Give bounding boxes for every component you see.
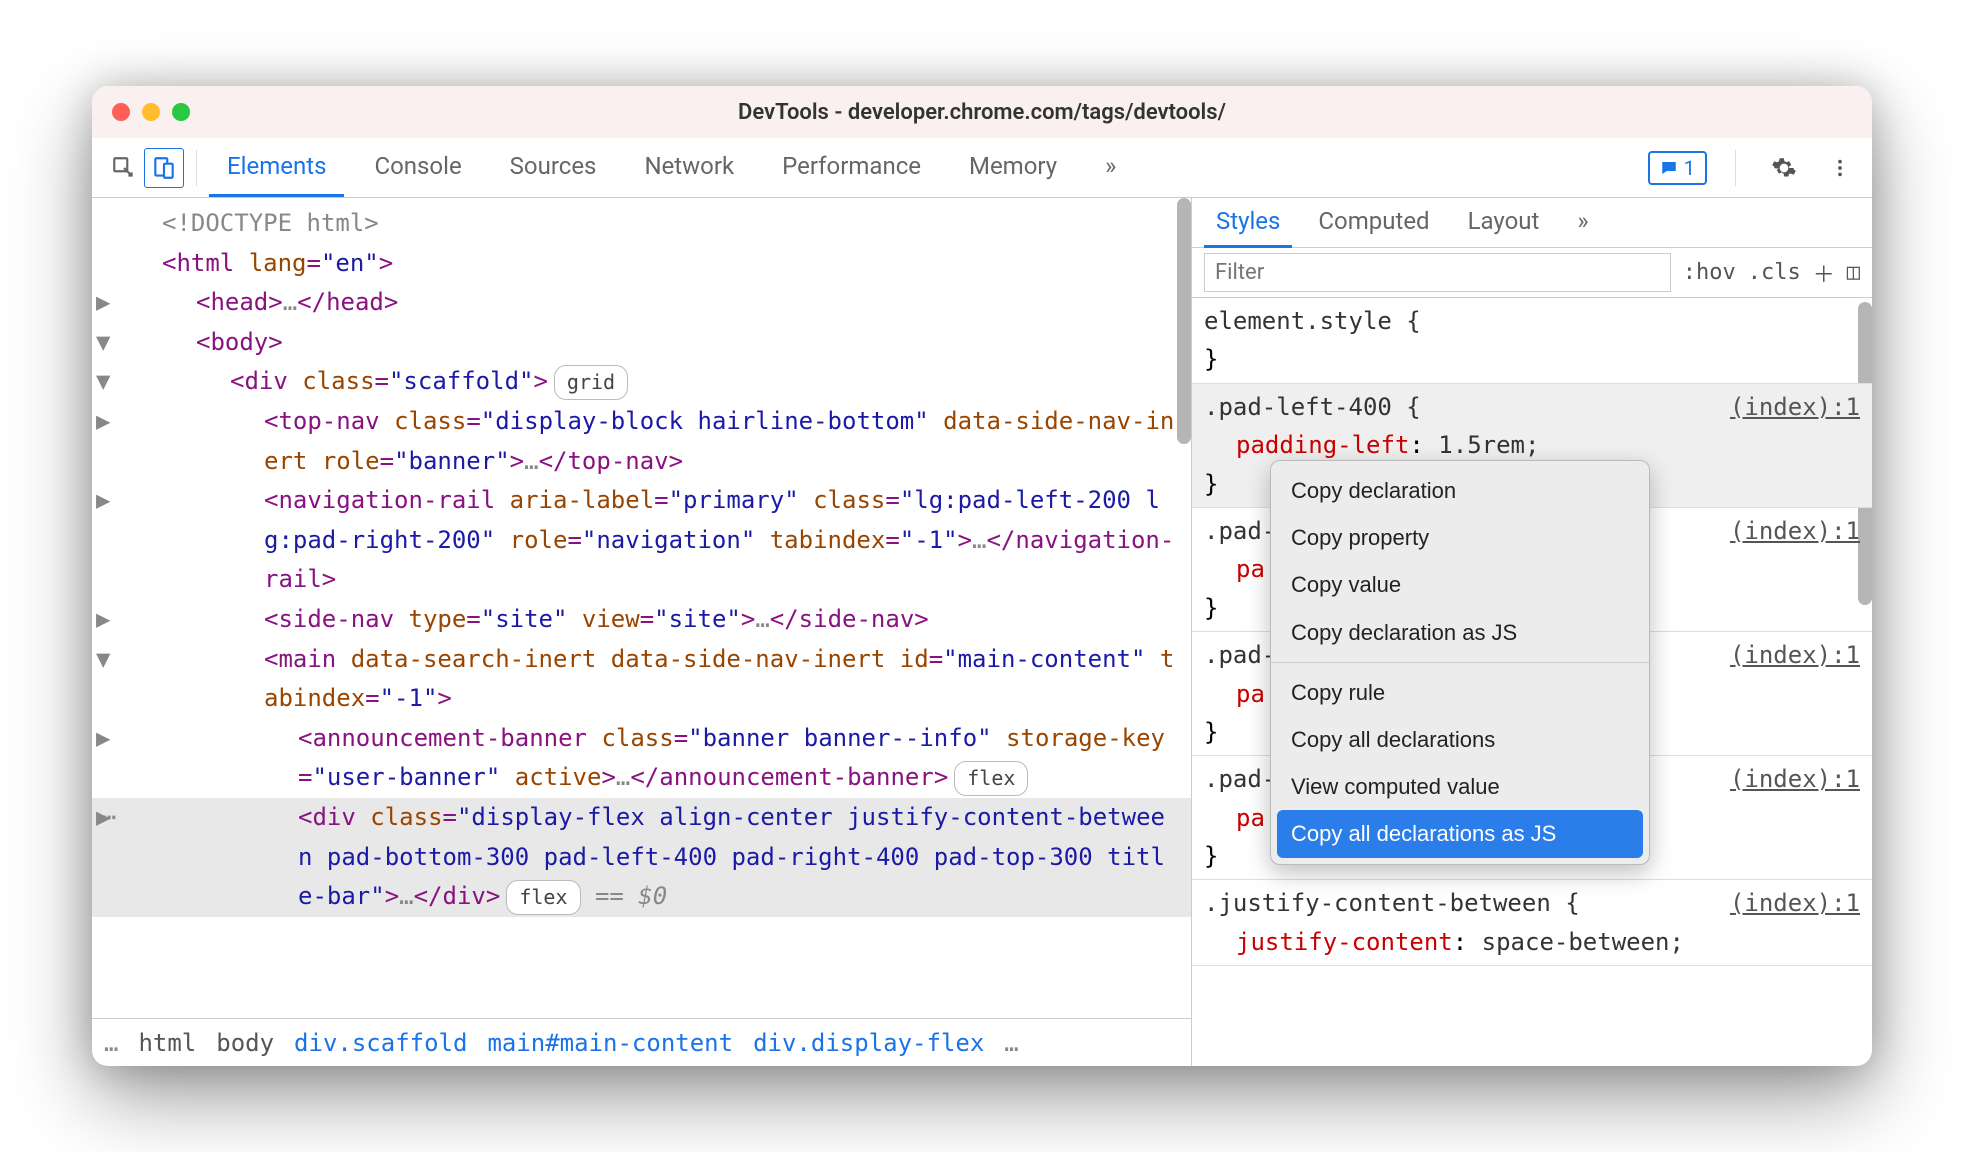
- source-link[interactable]: (index):1: [1730, 512, 1860, 550]
- devtools-window: DevTools - developer.chrome.com/tags/dev…: [92, 86, 1872, 1066]
- tab-computed[interactable]: Computed: [1306, 198, 1441, 248]
- hov-toggle[interactable]: :hov: [1683, 260, 1736, 285]
- tab-memory[interactable]: Memory: [951, 138, 1075, 197]
- zoom-icon[interactable]: [172, 103, 190, 121]
- tab-console[interactable]: Console: [356, 138, 479, 197]
- traffic-lights: [112, 103, 190, 121]
- breadcrumb-item[interactable]: div.scaffold: [294, 1029, 467, 1057]
- main-split: <!DOCTYPE html> <html lang="en"> ▶<head>…: [92, 198, 1872, 1066]
- filter-input[interactable]: [1204, 253, 1671, 292]
- kebab-icon[interactable]: [1820, 148, 1860, 188]
- tab-overflow-icon[interactable]: »: [1087, 138, 1134, 197]
- style-rule[interactable]: element.style { }: [1192, 298, 1872, 384]
- cls-toggle[interactable]: .cls: [1748, 260, 1801, 285]
- titlebar: DevTools - developer.chrome.com/tags/dev…: [92, 86, 1872, 138]
- source-link[interactable]: (index):1: [1730, 388, 1860, 426]
- menu-separator: [1271, 662, 1649, 663]
- minimize-icon[interactable]: [142, 103, 160, 121]
- menu-copy-value[interactable]: Copy value: [1271, 561, 1649, 608]
- breadcrumb-item[interactable]: div.display-flex: [753, 1029, 984, 1057]
- separator: [1735, 150, 1736, 186]
- elements-panel: <!DOCTYPE html> <html lang="en"> ▶<head>…: [92, 198, 1192, 1066]
- tab-network[interactable]: Network: [626, 138, 752, 197]
- menu-copy-declaration-as-js[interactable]: Copy declaration as JS: [1271, 609, 1649, 656]
- dom-tree[interactable]: <!DOCTYPE html> <html lang="en"> ▶<head>…: [92, 198, 1191, 1018]
- style-rule[interactable]: (index):1 .justify-content-between { jus…: [1192, 880, 1872, 966]
- menu-copy-declaration[interactable]: Copy declaration: [1271, 467, 1649, 514]
- main-toolbar: Elements Console Sources Network Perform…: [92, 138, 1872, 198]
- messages-badge[interactable]: 1: [1648, 151, 1707, 185]
- separator: [196, 150, 197, 186]
- menu-copy-property[interactable]: Copy property: [1271, 514, 1649, 561]
- tab-layout[interactable]: Layout: [1456, 198, 1552, 248]
- styles-filterbar: :hov .cls ＋ ◫: [1192, 248, 1872, 298]
- close-icon[interactable]: [112, 103, 130, 121]
- messages-count: 1: [1684, 156, 1695, 180]
- sidebar-tabs: Styles Computed Layout »: [1192, 198, 1872, 248]
- tab-sources[interactable]: Sources: [492, 138, 615, 197]
- new-rule-icon[interactable]: ＋: [1813, 257, 1835, 289]
- tab-overflow-icon[interactable]: »: [1565, 198, 1600, 248]
- breadcrumb-item[interactable]: html: [138, 1029, 196, 1057]
- tab-performance[interactable]: Performance: [764, 138, 939, 197]
- breadcrumb-item[interactable]: body: [216, 1029, 274, 1057]
- menu-copy-rule[interactable]: Copy rule: [1271, 669, 1649, 716]
- gear-icon[interactable]: [1764, 148, 1804, 188]
- device-toggle-icon[interactable]: [144, 148, 184, 188]
- tab-styles[interactable]: Styles: [1204, 198, 1292, 248]
- scrollbar[interactable]: [1177, 198, 1191, 444]
- menu-copy-all-declarations-as-js[interactable]: Copy all declarations as JS: [1277, 810, 1643, 857]
- styles-list[interactable]: element.style { } (index):1 .pad-left-40…: [1192, 298, 1872, 1066]
- toolbar-right: 1: [1648, 148, 1860, 188]
- source-link[interactable]: (index):1: [1730, 636, 1860, 674]
- window-title: DevTools - developer.chrome.com/tags/dev…: [738, 100, 1226, 125]
- styles-panel: Styles Computed Layout » :hov .cls ＋ ◫ e…: [1192, 198, 1872, 1066]
- menu-copy-all-declarations[interactable]: Copy all declarations: [1271, 716, 1649, 763]
- breadcrumb-item[interactable]: main#main-content: [487, 1029, 733, 1057]
- toggle-pane-icon[interactable]: ◫: [1847, 260, 1860, 285]
- source-link[interactable]: (index):1: [1730, 760, 1860, 798]
- context-menu: Copy declaration Copy property Copy valu…: [1270, 460, 1650, 865]
- panel-tabs: Elements Console Sources Network Perform…: [209, 138, 1648, 197]
- breadcrumb: … html body div.scaffold main#main-conte…: [92, 1018, 1191, 1066]
- tab-elements[interactable]: Elements: [209, 138, 344, 197]
- selected-node[interactable]: ⋯▶<div class="display-flex align-center …: [92, 798, 1191, 917]
- menu-view-computed-value[interactable]: View computed value: [1271, 763, 1649, 810]
- source-link[interactable]: (index):1: [1730, 884, 1860, 922]
- inspect-icon[interactable]: [104, 148, 144, 188]
